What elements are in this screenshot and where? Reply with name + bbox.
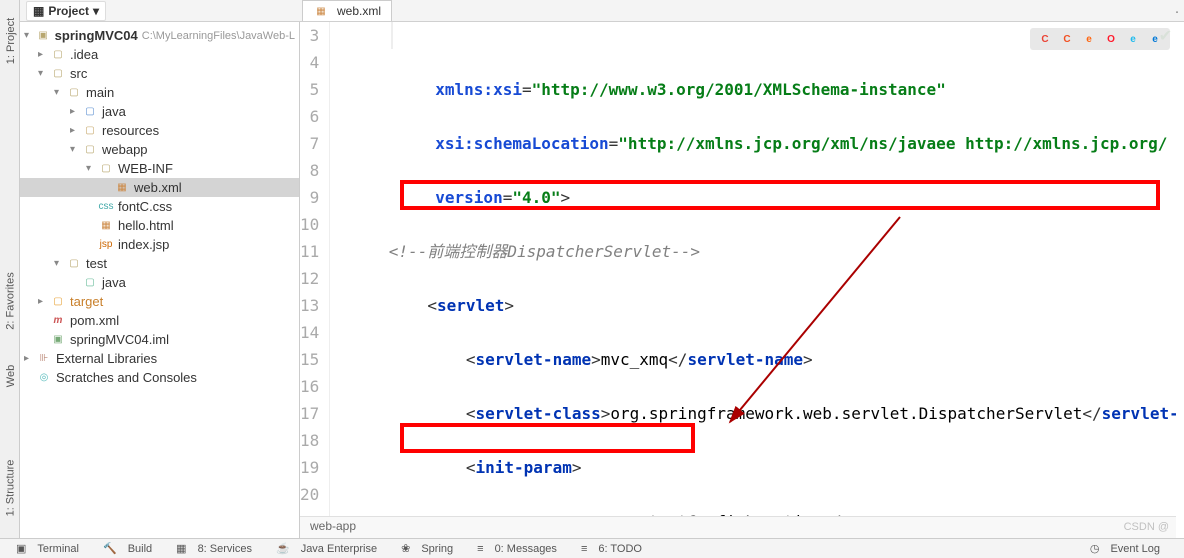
chrome-icon[interactable]: C — [1037, 31, 1053, 47]
opera-icon[interactable]: O — [1103, 31, 1119, 47]
test-folder[interactable]: ▾▢test — [20, 254, 299, 273]
webxml-file[interactable]: ▦web.xml — [20, 178, 299, 197]
iml-file[interactable]: ▣springMVC04.iml — [20, 330, 299, 349]
edge-icon[interactable]: e — [1147, 31, 1163, 47]
src-folder[interactable]: ▾▢src — [20, 64, 299, 83]
highlight-url-pattern — [400, 423, 695, 453]
external-libraries[interactable]: ▸⊪External Libraries — [20, 349, 299, 368]
hello-file[interactable]: ▦hello.html — [20, 216, 299, 235]
terminal-tab[interactable]: ▣ Terminal — [8, 542, 95, 555]
test-java-folder[interactable]: ▢java — [20, 273, 299, 292]
webapp-folder[interactable]: ▾▢webapp — [20, 140, 299, 159]
target-folder[interactable]: ▸▢target — [20, 292, 299, 311]
breadcrumb[interactable]: web-app — [300, 516, 1176, 538]
bottom-toolbar: ▣ Terminal 🔨 Build ▦ 8: Services ☕ Java … — [0, 538, 1184, 558]
line-gutter: 34567891011121314151617181920 — [300, 22, 330, 516]
firefox-icon[interactable]: e — [1081, 31, 1097, 47]
brave-icon[interactable]: C — [1059, 31, 1075, 47]
java-folder[interactable]: ▸▢java — [20, 102, 299, 121]
web-tab[interactable]: Web — [5, 365, 17, 387]
xml-file-icon: ▦ — [313, 3, 329, 19]
structure-tab[interactable]: 1: Structure — [4, 460, 16, 517]
favorites-tab[interactable]: 2: Favorites — [5, 272, 17, 329]
javaee-tab[interactable]: ☕ Java Enterprise — [268, 542, 393, 555]
project-icon: ▦ — [33, 4, 44, 18]
dropdown-arrow-icon: ▾ — [93, 4, 99, 18]
webinf-folder[interactable]: ▾▢WEB-INF — [20, 159, 299, 178]
idea-folder[interactable]: ▸▢.idea — [20, 45, 299, 64]
code-editor[interactable]: 34567891011121314151617181920 xmlns:xsi=… — [300, 22, 1176, 516]
eventlog-tab[interactable]: ◷ Event Log — [1082, 542, 1176, 555]
editor-tab-bar: ▦ web.xml — [300, 0, 1176, 22]
editor-area: ▦ web.xml ✔ C C e O e e 3456789101112131… — [300, 0, 1176, 538]
build-tab[interactable]: 🔨 Build — [95, 542, 168, 555]
project-root[interactable]: ▾▣ springMVC04 C:\MyLearningFiles\JavaWe… — [20, 26, 299, 45]
project-tree-panel: ▾▣ springMVC04 C:\MyLearningFiles\JavaWe… — [20, 22, 300, 538]
main-folder[interactable]: ▾▢main — [20, 83, 299, 102]
pom-file[interactable]: mpom.xml — [20, 311, 299, 330]
messages-tab[interactable]: ≡ 0: Messages — [469, 543, 573, 555]
indexjsp-file[interactable]: jspindex.jsp — [20, 235, 299, 254]
browser-icons: C C e O e e — [1030, 28, 1170, 50]
spring-tab[interactable]: ❀ Spring — [393, 542, 469, 555]
ie-icon[interactable]: e — [1125, 31, 1141, 47]
fontc-file[interactable]: cssfontC.css — [20, 197, 299, 216]
project-dropdown[interactable]: ▦ Project ▾ — [26, 1, 106, 21]
scratches[interactable]: ◎Scratches and Consoles — [20, 368, 299, 387]
services-tab[interactable]: ▦ 8: Services — [168, 542, 268, 555]
project-tab[interactable]: 1: Project — [5, 18, 17, 64]
todo-tab[interactable]: ≡ 6: TODO — [573, 543, 658, 555]
left-toolwindow-bar: 1: Project 2: Favorites Web 1: Structure — [0, 0, 20, 558]
resources-folder[interactable]: ▸▢resources — [20, 121, 299, 140]
tab-webxml[interactable]: ▦ web.xml — [302, 0, 392, 21]
watermark: CSDN @ — [1124, 521, 1169, 533]
code-content[interactable]: xmlns:xsi="http://www.w3.org/2001/XMLSch… — [330, 22, 1176, 516]
